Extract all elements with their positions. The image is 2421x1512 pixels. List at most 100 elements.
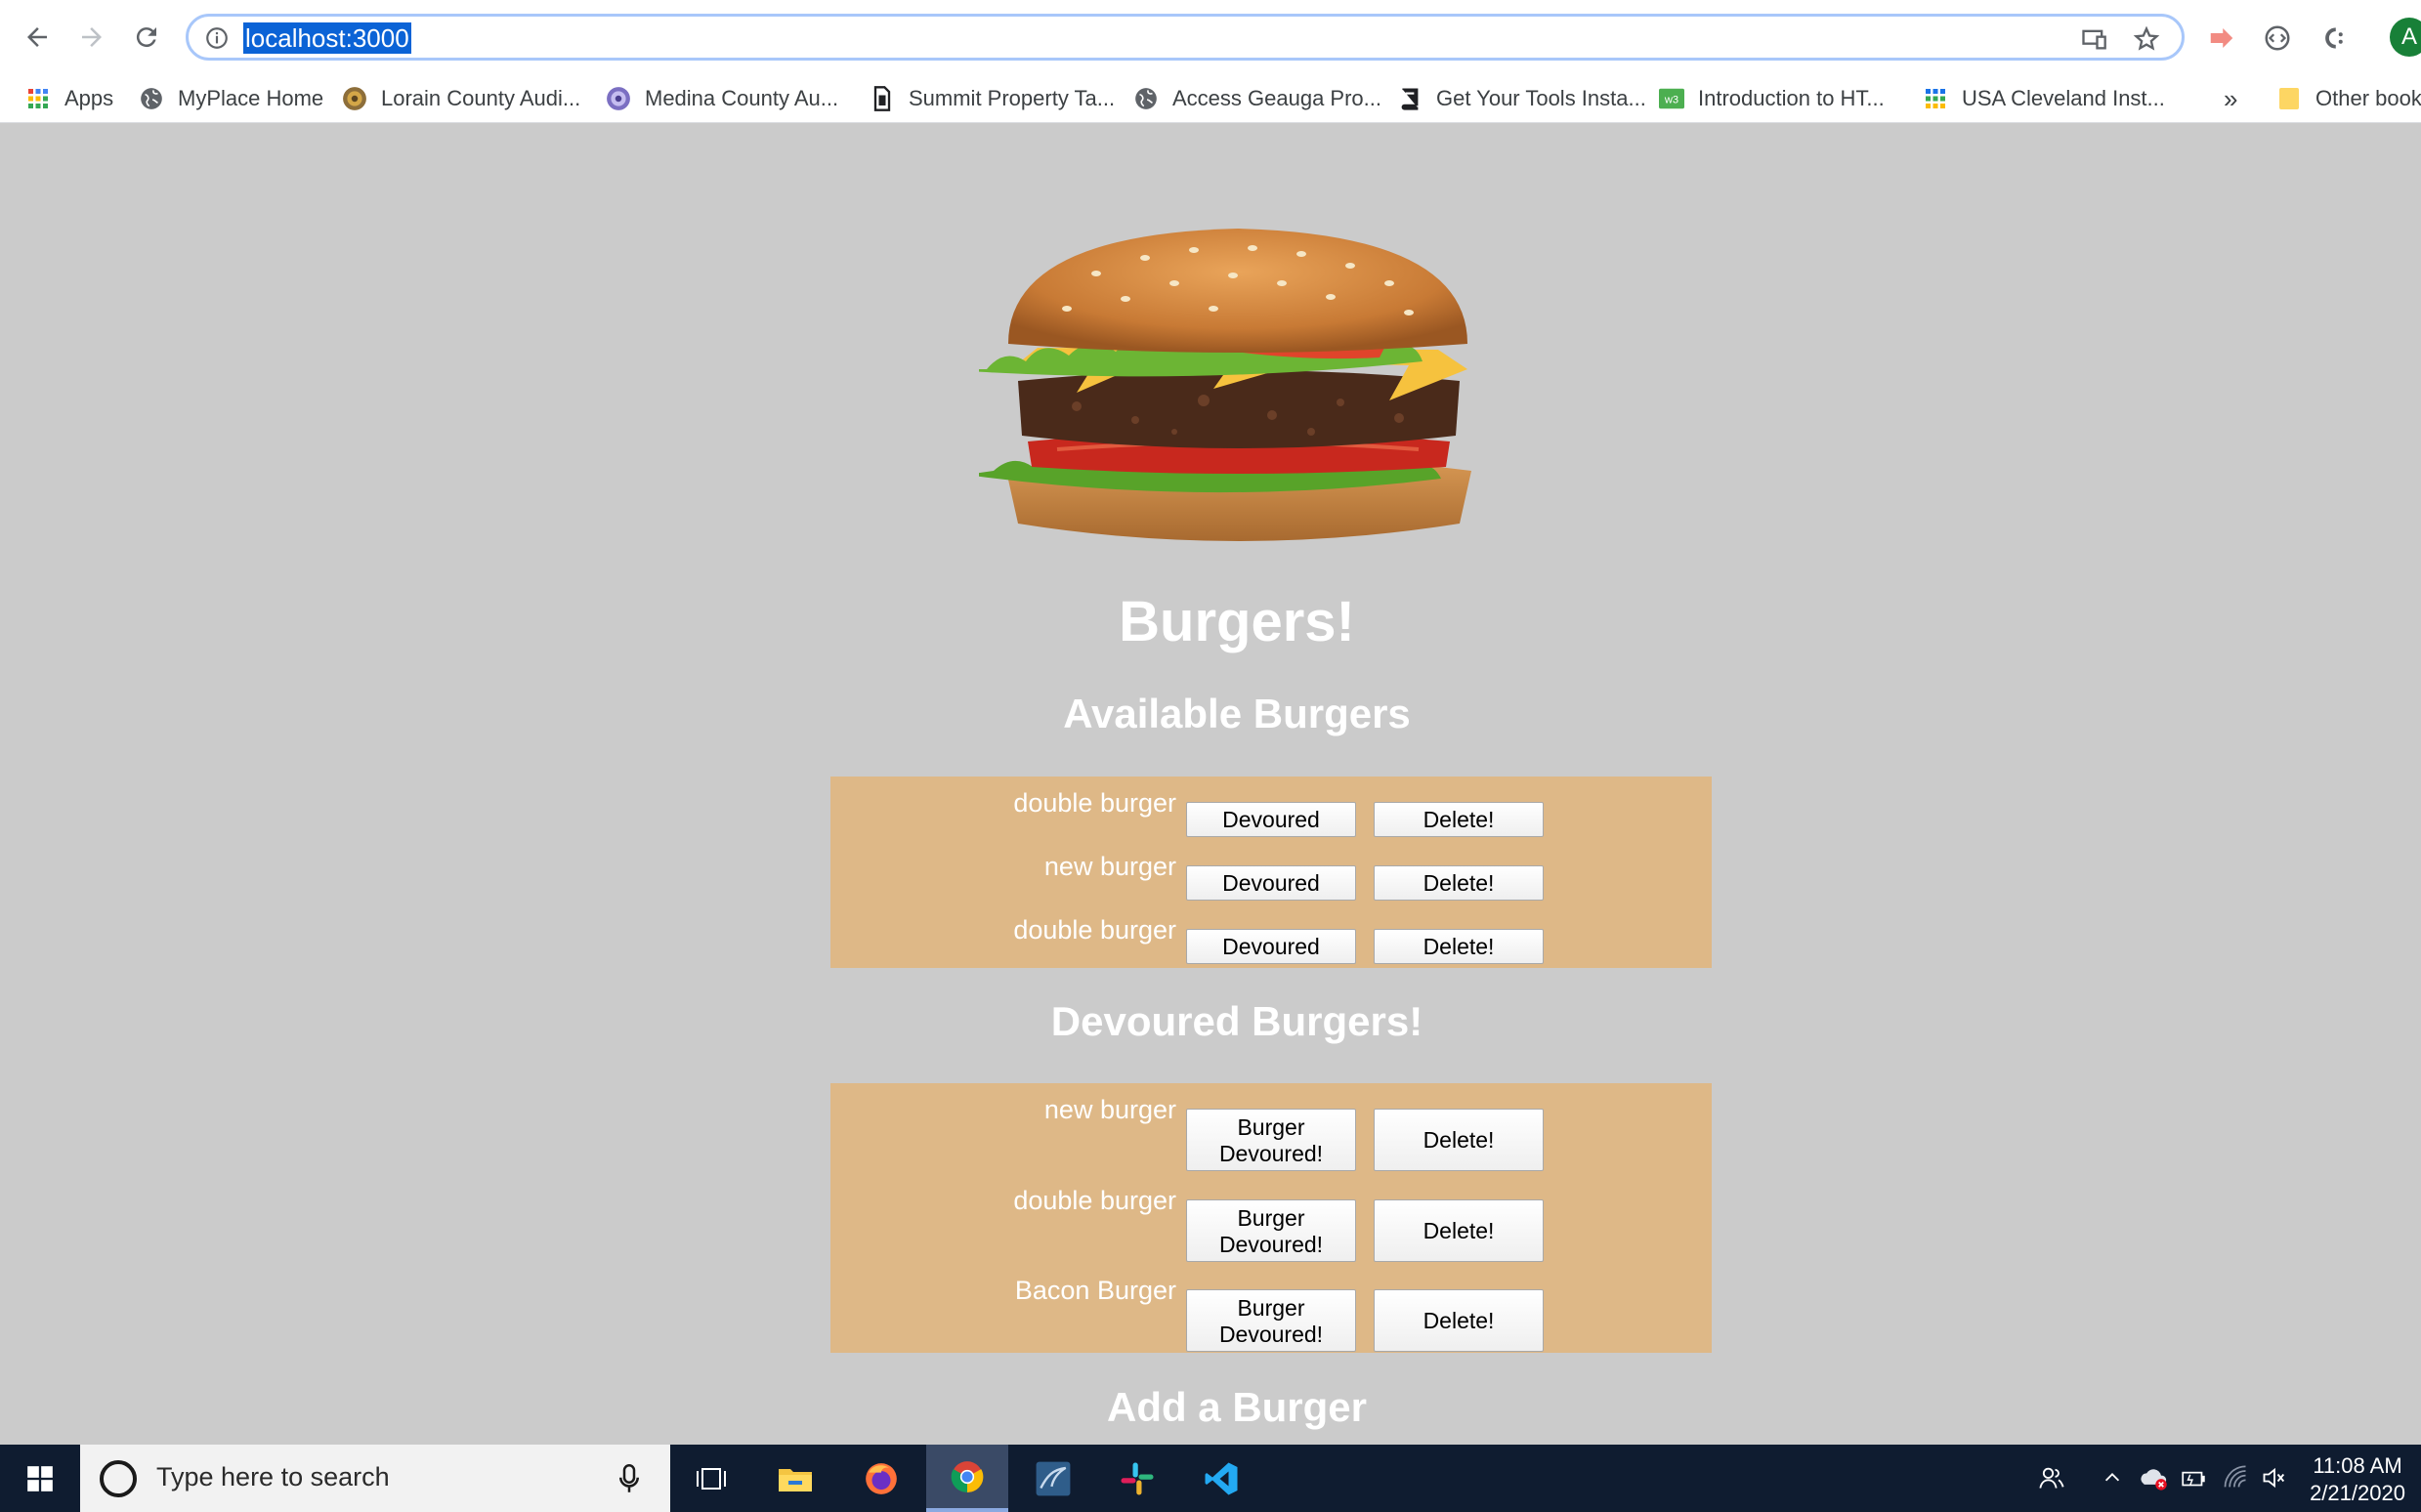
star-icon[interactable] — [2133, 25, 2160, 53]
windows-logo-icon — [27, 1465, 53, 1491]
globe-icon — [139, 86, 164, 111]
back-arrow-icon — [27, 27, 47, 47]
add-burger-heading: Add a Burger — [1106, 1384, 1368, 1430]
burger-name: double burger — [1013, 788, 1176, 818]
burger-name: double burger — [1013, 915, 1176, 945]
onedrive-icon[interactable] — [2136, 1460, 2171, 1495]
bookmark-label: MyPlace Home — [178, 86, 324, 110]
volume-muted-icon[interactable] — [2257, 1460, 2292, 1495]
bookmark-label: Lorain County Audi... — [381, 86, 581, 110]
delete-button[interactable]: Delete! — [1374, 802, 1544, 837]
button-line: Devoured! — [1218, 1232, 1324, 1257]
vscode-icon[interactable] — [1180, 1445, 1262, 1512]
bookmark-label: Summit Property Ta... — [909, 86, 1116, 110]
taskbar-search[interactable]: Type here to search — [80, 1445, 670, 1512]
bookmark-medina-county[interactable]: Medina County Au... — [606, 82, 838, 115]
burger-name: double burger — [1013, 1186, 1176, 1215]
burger-devoured-button[interactable]: Burger Devoured! — [1186, 1109, 1356, 1171]
page-title: Burgers! — [1119, 590, 1355, 653]
bookmark-introduction-html[interactable]: w3 Introduction to HT... — [1659, 82, 1885, 115]
seal-icon — [606, 86, 631, 111]
bookmark-label: Get Your Tools Insta... — [1436, 86, 1646, 110]
burger-name: new burger — [1043, 1095, 1176, 1124]
available-burgers-list: double burger Devoured Delete! new burge… — [830, 777, 1712, 968]
windows-taskbar: Type here to search 11:08 AM 2/21/2020 — [0, 1445, 2421, 1512]
globe-icon — [1133, 86, 1159, 111]
burger-name: new burger — [1043, 852, 1176, 881]
delete-button[interactable]: Delete! — [1374, 1109, 1544, 1171]
forward-arrow-icon — [82, 27, 102, 47]
bookmark-usa-cleveland[interactable]: USA Cleveland Inst... — [1923, 82, 2165, 115]
start-button[interactable] — [0, 1445, 80, 1512]
bookmark-label: Medina County Au... — [645, 86, 839, 110]
chevron-up-icon[interactable] — [2095, 1460, 2130, 1495]
w3-icon: w3 — [1659, 86, 1684, 111]
bookmark-label: Access Geauga Pro... — [1172, 86, 1381, 110]
bookmarks-overflow-button[interactable]: » — [2224, 82, 2237, 115]
file-explorer-icon[interactable] — [754, 1445, 836, 1512]
extension-arrow-icon[interactable] — [2205, 21, 2238, 55]
bookmark-label: Introduction to HT... — [1698, 86, 1885, 110]
devoured-burgers-list: new burger Burger Devoured! Delete! doub… — [830, 1083, 1712, 1353]
bookmark-summit-property[interactable]: Summit Property Ta... — [870, 82, 1115, 115]
button-line: Devoured! — [1218, 1322, 1324, 1347]
delete-button[interactable]: Delete! — [1374, 929, 1544, 964]
devour-button[interactable]: Devoured — [1186, 929, 1356, 964]
people-icon[interactable] — [2034, 1460, 2069, 1495]
document-icon — [870, 86, 895, 111]
mysql-workbench-icon[interactable] — [1012, 1445, 1094, 1512]
task-view-icon[interactable] — [670, 1445, 752, 1512]
bookmark-apps[interactable]: Apps — [25, 82, 113, 115]
microphone-icon[interactable] — [619, 1464, 639, 1493]
button-line: Burger — [1237, 1114, 1305, 1140]
bookmark-label: USA Cleveland Inst... — [1962, 86, 2165, 110]
devour-button[interactable]: Devoured — [1186, 802, 1356, 837]
button-line: Burger — [1237, 1205, 1305, 1231]
other-bookmarks-label: Other book — [2315, 86, 2421, 110]
search-placeholder: Type here to search — [156, 1462, 390, 1491]
bookmark-lorain-county[interactable]: Lorain County Audi... — [342, 82, 580, 115]
cortana-icon — [100, 1460, 137, 1497]
clock-date: 2/21/2020 — [2310, 1481, 2405, 1505]
devour-button[interactable]: Devoured — [1186, 865, 1356, 901]
other-bookmarks[interactable]: Other book — [2276, 82, 2421, 115]
bookmark-access-geauga[interactable]: Access Geauga Pro... — [1133, 82, 1381, 115]
chrome-icon[interactable] — [926, 1445, 1008, 1512]
info-icon[interactable] — [204, 25, 230, 51]
firefox-icon[interactable] — [840, 1445, 922, 1512]
wifi-icon[interactable] — [2218, 1460, 2253, 1495]
browser-toolbar: localhost:3000 A — [0, 0, 2421, 74]
grid-icon — [1923, 86, 1948, 111]
delete-button[interactable]: Delete! — [1374, 1289, 1544, 1352]
bookmarks-bar: Apps MyPlace Home Lorain County Audi... … — [0, 74, 2421, 123]
delete-button[interactable]: Delete! — [1374, 1199, 1544, 1262]
folder-icon — [2276, 86, 2302, 111]
seal-icon — [342, 86, 367, 111]
back-button[interactable] — [18, 18, 57, 57]
bookmark-label: Apps — [64, 86, 114, 110]
delete-button[interactable]: Delete! — [1374, 865, 1544, 901]
bookmark-myplace-home[interactable]: MyPlace Home — [139, 82, 323, 115]
cast-icon[interactable] — [2080, 25, 2107, 53]
url-text[interactable]: localhost:3000 — [243, 22, 411, 54]
extension-c-icon[interactable] — [2315, 21, 2349, 55]
forward-button[interactable] — [72, 18, 111, 57]
extension-code-icon[interactable] — [2261, 21, 2294, 55]
address-bar[interactable]: localhost:3000 — [186, 14, 2185, 61]
reload-button[interactable] — [127, 18, 166, 57]
burger-devoured-button[interactable]: Burger Devoured! — [1186, 1289, 1356, 1352]
profile-avatar[interactable]: A — [2390, 18, 2421, 57]
burger-image — [979, 229, 1471, 541]
bookmark-get-your-tools[interactable]: Get Your Tools Insta... — [1397, 82, 1646, 115]
slack-icon[interactable] — [1096, 1445, 1178, 1512]
battery-icon[interactable] — [2177, 1460, 2212, 1495]
clock-time: 11:08 AM — [2313, 1453, 2402, 1478]
system-clock[interactable]: 11:08 AM 2/21/2020 — [2294, 1452, 2421, 1507]
devoured-burgers-heading: Devoured Burgers! — [1050, 998, 1423, 1044]
svg-text:w3: w3 — [1664, 95, 1678, 106]
page-content: Burgers! Available Burgers double burger… — [0, 124, 2421, 1445]
reload-icon — [136, 27, 156, 48]
book-icon — [1397, 86, 1423, 111]
burger-devoured-button[interactable]: Burger Devoured! — [1186, 1199, 1356, 1262]
burger-name: Bacon Burger — [1014, 1276, 1176, 1305]
